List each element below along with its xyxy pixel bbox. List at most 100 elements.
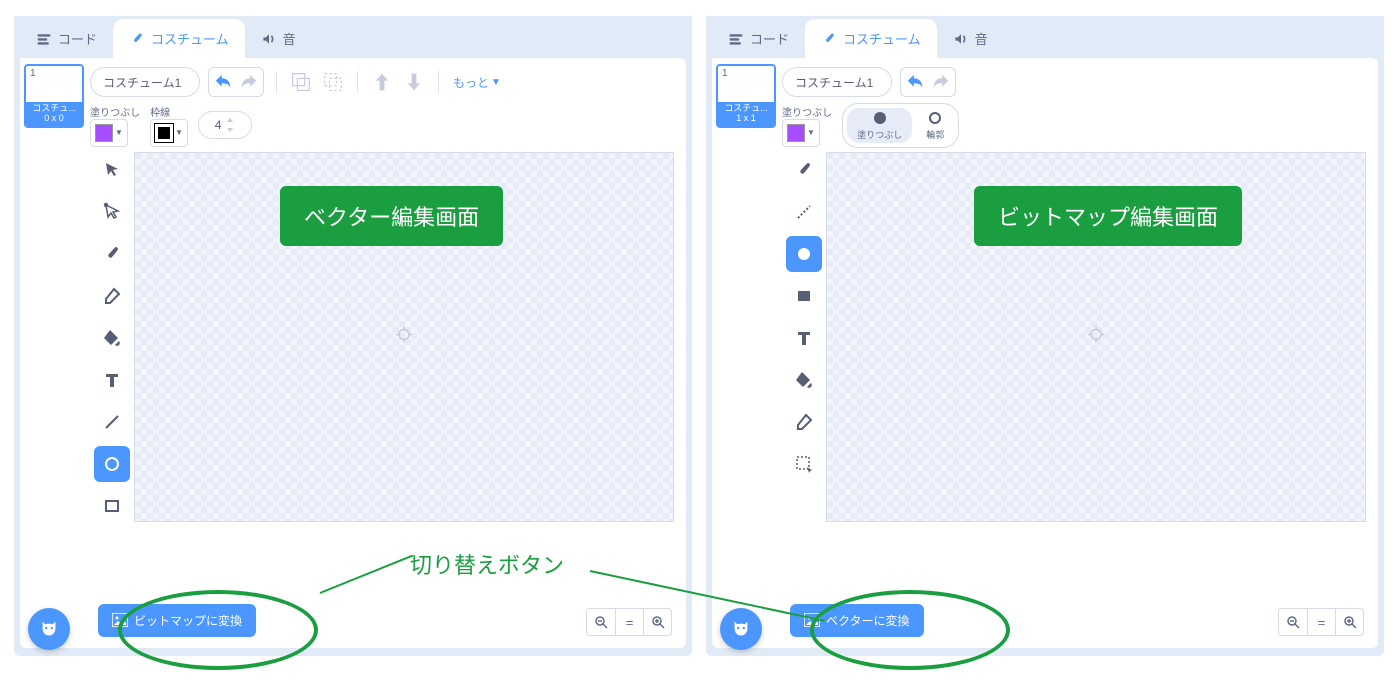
backward-button[interactable] (402, 70, 426, 94)
option-bar: 塗りつぶし ▼ 枠線 ▼ 4 (90, 100, 680, 146)
costume-thumb-caption: コスチュ... 1 x 1 (718, 102, 774, 126)
annotation-switch-callout: 切り替えボタン (410, 548, 564, 580)
zoom-reset-button[interactable]: = (1307, 609, 1335, 635)
outline-swatch[interactable]: ▼ (150, 119, 188, 147)
tool-reshape[interactable] (94, 194, 130, 230)
bitmap-editor-panel: コード コスチューム 音 1 コスチュ... 1 x 1 (706, 16, 1384, 656)
outline-width-input[interactable]: 4 (198, 111, 252, 139)
chevron-down-icon: ▼ (491, 77, 501, 88)
tab-code[interactable]: コード (712, 19, 805, 58)
undo-button[interactable] (211, 70, 235, 94)
tool-text[interactable] (786, 320, 822, 356)
zoom-out-button[interactable] (1279, 609, 1307, 635)
costume-list: 1 コスチュ... 0 x 0 (20, 58, 88, 648)
tab-bar: コード コスチューム 音 (706, 16, 1384, 58)
toolbar-top (782, 64, 1372, 100)
mode-outline-button[interactable]: 輪郭 (916, 108, 954, 143)
mode-fill-button[interactable]: 塗りつぶし (847, 108, 912, 143)
annotation-vector-badge: ベクター編集画面 (280, 186, 503, 246)
editor-main: 塗りつぶし ▼ 塗りつぶし 輪郭 (780, 58, 1378, 648)
zoom-in-button[interactable] (1335, 609, 1363, 635)
tool-text[interactable] (94, 362, 130, 398)
costume-thumb[interactable]: 1 コスチュ... 0 x 0 (24, 64, 84, 128)
fill-label: 塗りつぶし (782, 104, 832, 119)
add-costume-fab[interactable] (28, 608, 70, 650)
tool-select-rect[interactable] (786, 446, 822, 482)
tool-circle[interactable] (786, 236, 822, 272)
vector-editor-panel: コード コスチューム 音 1 コスチュ... 0 x 0 (14, 16, 692, 656)
tool-circle[interactable] (94, 446, 130, 482)
tool-column (782, 146, 826, 598)
toolbar-top: もっと ▼ (90, 64, 680, 100)
center-mark-icon (1087, 326, 1105, 349)
outline-color (155, 124, 173, 142)
costume-name-input[interactable] (90, 67, 200, 97)
tool-fill[interactable] (786, 362, 822, 398)
tab-sound[interactable]: 音 (937, 19, 1004, 58)
outline-label: 枠線 (150, 104, 188, 119)
tab-costume[interactable]: コスチューム (113, 19, 245, 58)
tab-costume[interactable]: コスチューム (805, 19, 937, 58)
zoom-reset-button[interactable]: = (615, 609, 643, 635)
tab-sound[interactable]: 音 (245, 19, 312, 58)
redo-button[interactable] (929, 70, 953, 94)
tool-select[interactable] (94, 152, 130, 188)
chevron-down-icon: ▼ (807, 128, 815, 137)
group-button[interactable] (289, 70, 313, 94)
stepper-icon (225, 118, 235, 132)
tab-costume-label: コスチューム (843, 29, 921, 48)
editor-main: もっと ▼ 塗りつぶし ▼ 枠線 ▼ (88, 58, 686, 648)
editor-body: 1 コスチュ... 0 x 0 (20, 58, 686, 648)
more-label: もっと (453, 74, 489, 91)
costume-thumb-number: 1 (30, 68, 36, 79)
tab-costume-label: コスチューム (151, 29, 229, 48)
center-mark-icon (395, 326, 413, 349)
tool-brush[interactable] (94, 236, 130, 272)
fill-color (95, 124, 113, 142)
tab-bar: コード コスチューム 音 (14, 16, 692, 58)
chevron-down-icon: ▼ (115, 128, 123, 137)
zoom-out-button[interactable] (587, 609, 615, 635)
tool-fill[interactable] (94, 320, 130, 356)
fill-swatch[interactable]: ▼ (90, 119, 128, 147)
zoom-in-button[interactable] (643, 609, 671, 635)
sound-icon (261, 31, 277, 47)
undo-redo-group (208, 67, 264, 97)
chevron-down-icon: ▼ (175, 128, 183, 137)
more-menu[interactable]: もっと ▼ (451, 67, 503, 97)
tool-column (90, 146, 134, 598)
redo-button[interactable] (237, 70, 261, 94)
outline-circle-icon (927, 110, 943, 126)
costume-thumb[interactable]: 1 コスチュ... 1 x 1 (716, 64, 776, 128)
code-icon (728, 31, 744, 47)
ungroup-button[interactable] (321, 70, 345, 94)
fill-label: 塗りつぶし (90, 104, 140, 119)
tool-rect[interactable] (94, 488, 130, 524)
tab-sound-label: 音 (283, 29, 296, 48)
cat-icon (730, 618, 752, 640)
tool-line[interactable] (786, 194, 822, 230)
tool-eraser[interactable] (786, 404, 822, 440)
brush-icon (821, 31, 837, 47)
costume-thumb-caption: コスチュ... 0 x 0 (26, 102, 82, 126)
tool-rect[interactable] (786, 278, 822, 314)
sound-icon (953, 31, 969, 47)
code-icon (36, 31, 52, 47)
mode-group: 塗りつぶし 輪郭 (842, 103, 959, 148)
costume-thumb-number: 1 (722, 68, 728, 79)
zoom-group: = (586, 608, 672, 636)
undo-redo-group (900, 67, 956, 97)
costume-name-input[interactable] (782, 67, 892, 97)
annotation-ring-left (118, 590, 318, 670)
cat-icon (38, 618, 60, 640)
tab-code-label: コード (58, 29, 97, 48)
tool-brush[interactable] (786, 152, 822, 188)
undo-button[interactable] (903, 70, 927, 94)
tool-line[interactable] (94, 404, 130, 440)
add-costume-fab[interactable] (720, 608, 762, 650)
option-bar: 塗りつぶし ▼ 塗りつぶし 輪郭 (782, 100, 1372, 146)
fill-swatch[interactable]: ▼ (782, 119, 820, 147)
tool-eraser[interactable] (94, 278, 130, 314)
forward-button[interactable] (370, 70, 394, 94)
tab-code[interactable]: コード (20, 19, 113, 58)
